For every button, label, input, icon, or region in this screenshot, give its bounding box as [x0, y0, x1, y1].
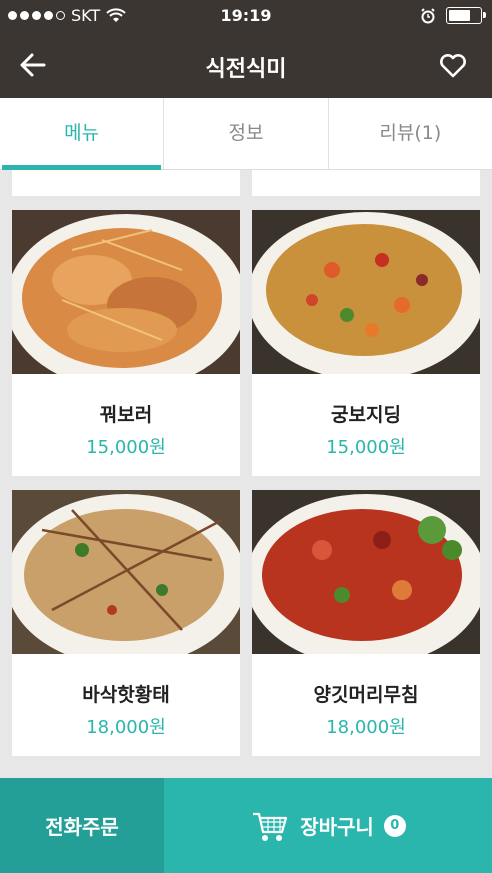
menu-price: 15,000원 [86, 437, 166, 458]
menu-price: 18,000원 [326, 717, 406, 738]
phone-order-button[interactable]: 전화주문 [0, 778, 164, 873]
cart-icon [253, 812, 288, 841]
cart-button[interactable]: 장바구니 0 [164, 778, 492, 873]
menu-card[interactable]: 바삭핫황태 18,000원 [12, 490, 240, 756]
heart-icon[interactable] [438, 50, 468, 80]
menu-card[interactable]: 궁보지딩 15,000원 [252, 210, 480, 476]
menu-card-partial[interactable] [252, 170, 480, 196]
menu-grid: 꿔보러 15,000원 궁보지딩 15,000원 바삭핫황태 18,000원 양… [0, 170, 492, 778]
menu-name: 바삭핫황태 [82, 684, 170, 706]
food-photo [252, 490, 480, 654]
tab-info[interactable]: 정보 [164, 98, 329, 169]
cart-label: 장바구니 [300, 815, 374, 839]
status-bar: SKT 19:19 [0, 0, 492, 32]
menu-name: 양깃머리무침 [313, 684, 419, 706]
menu-price: 18,000원 [86, 717, 166, 738]
food-photo [252, 210, 480, 374]
tab-reviews[interactable]: 리뷰(1) [329, 98, 492, 169]
menu-card-partial[interactable] [12, 170, 240, 196]
bottom-action-bar: 전화주문 장바구니 0 [0, 778, 492, 873]
battery-icon [446, 7, 486, 24]
menu-card[interactable]: 꿔보러 15,000원 [12, 210, 240, 476]
cart-count-badge: 0 [383, 814, 406, 837]
tab-bar: 메뉴 정보 리뷰(1) [0, 98, 492, 170]
menu-name: 궁보지딩 [331, 404, 401, 426]
menu-price: 15,000원 [326, 437, 406, 458]
header: 식전식미 [0, 32, 492, 98]
tab-menu[interactable]: 메뉴 [0, 98, 165, 170]
page-title: 식전식미 [205, 57, 287, 82]
food-photo [12, 210, 240, 374]
menu-name: 꿔보러 [99, 404, 153, 426]
clock: 19:19 [220, 6, 272, 25]
alarm-icon [421, 7, 435, 23]
food-photo [12, 490, 240, 654]
menu-card[interactable]: 양깃머리무침 18,000원 [252, 490, 480, 756]
